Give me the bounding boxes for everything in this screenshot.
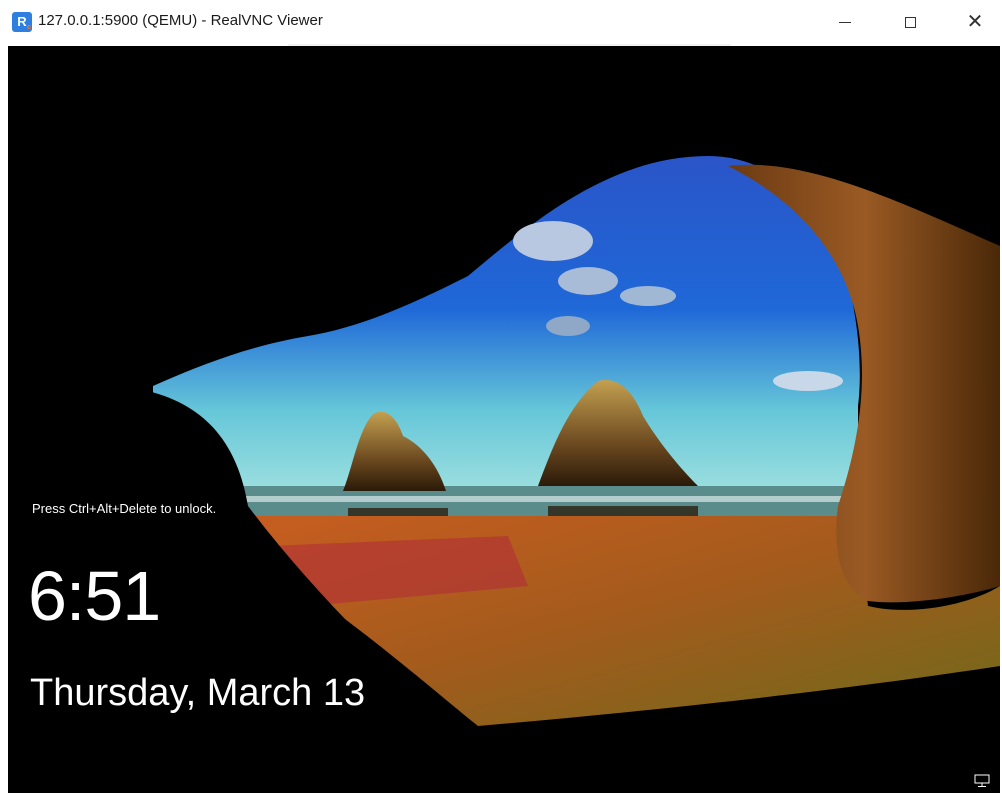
vnc-viewer-window: Rc 127.0.0.1:5900 (QEMU) - RealVNC Viewe… [0,0,1002,796]
unlock-hint: Press Ctrl+Alt+Delete to unlock. [32,501,217,516]
close-icon: ✕ [966,11,984,33]
window-title: 127.0.0.1:5900 (QEMU) - RealVNC Viewer [38,12,323,29]
minimize-button[interactable] [815,0,875,44]
realvnc-icon[interactable]: Rc [12,12,32,32]
lock-screen-date: Thursday, March 13 [30,672,366,714]
remote-screen[interactable]: Press Ctrl+Alt+Delete to unlock. 6:51 Th… [8,46,1000,793]
title-bar[interactable]: Rc 127.0.0.1:5900 (QEMU) - RealVNC Viewe… [0,0,1002,44]
network-icon[interactable] [974,774,990,788]
close-button[interactable]: ✕ [945,0,1002,44]
minimize-icon [839,21,851,23]
maximize-icon [904,16,916,28]
lock-screen-time: 6:51 [28,557,161,635]
maximize-button[interactable] [880,0,940,44]
